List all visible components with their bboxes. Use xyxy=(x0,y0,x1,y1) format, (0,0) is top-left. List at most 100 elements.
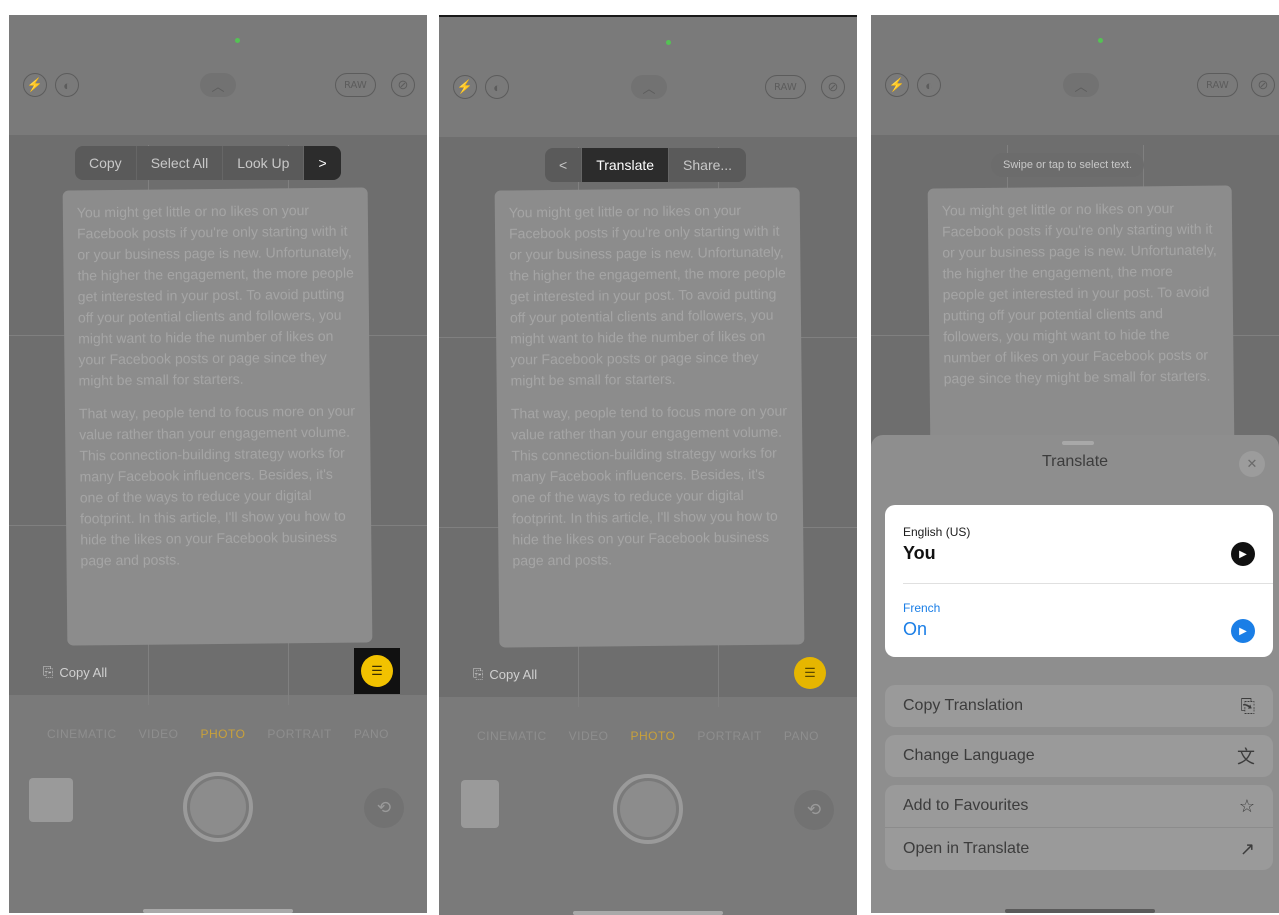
flash-icon[interactable]: ⚡ xyxy=(453,75,477,99)
mode-portrait[interactable]: PORTRAIT xyxy=(697,729,761,743)
look-up-menu-item[interactable]: Look Up xyxy=(223,146,305,180)
detected-text-card[interactable]: You might get little or no likes on your… xyxy=(62,187,373,646)
live-photo-off-icon[interactable]: ⊘ xyxy=(821,75,845,99)
star-icon: ☆ xyxy=(1238,795,1255,816)
close-icon[interactable]: ✕ xyxy=(1239,451,1265,477)
copy-all-label: Copy All xyxy=(489,666,538,682)
translate-actions-bottom: Add to Favourites ☆ Open in Translate ↗ xyxy=(885,785,1273,870)
privacy-indicator xyxy=(1098,38,1103,43)
copy-all-button[interactable]: ⎘ Copy All xyxy=(463,659,547,689)
privacy-indicator xyxy=(235,38,240,43)
raw-toggle[interactable]: RAW xyxy=(335,73,376,97)
add-to-favourites-label: Add to Favourites xyxy=(903,797,1029,814)
copy-all-label: Copy All xyxy=(59,664,108,680)
live-photo-off-icon[interactable]: ⊘ xyxy=(1251,73,1275,97)
camera-screen-copy-menu: ⚡ ◐ ︿ RAW ⊘ You might get little or no l… xyxy=(9,15,427,913)
privacy-indicator xyxy=(666,40,671,45)
copy-icon: ⎘ xyxy=(473,666,484,681)
add-to-favourites-button[interactable]: Add to Favourites ☆ xyxy=(885,785,1273,828)
text-context-menu: < Translate Share... xyxy=(545,148,747,182)
change-language-label: Change Language xyxy=(903,747,1035,764)
copy-translation-button[interactable]: Copy Translation ⎘ xyxy=(885,685,1273,727)
source-language-label: English (US) xyxy=(903,525,971,539)
text-paragraph[interactable]: You might get little or no likes on your… xyxy=(77,200,356,392)
text-context-menu: Copy Select All Look Up > xyxy=(75,146,341,180)
flash-icon[interactable]: ⚡ xyxy=(885,73,909,97)
translate-menu-item[interactable]: Translate xyxy=(582,148,670,182)
copy-all-button[interactable]: ⎘ Copy All xyxy=(33,657,117,687)
translate-sheet: Translate ✕ English (US) You ▶ French On… xyxy=(871,435,1279,913)
change-language-button[interactable]: Change Language 文 xyxy=(885,735,1273,777)
target-language-label: French xyxy=(903,601,941,615)
camera-topbar: ⚡ ◐ ︿ RAW ⊘ xyxy=(439,75,857,105)
mode-cinematic[interactable]: CINEMATIC xyxy=(477,729,547,743)
flip-camera-icon[interactable]: ⟲ xyxy=(794,790,834,830)
text-paragraph[interactable]: You might get little or no likes on your… xyxy=(942,198,1220,390)
detected-text-card[interactable]: You might get little or no likes on your… xyxy=(927,185,1235,449)
flash-icon[interactable]: ⚡ xyxy=(23,73,47,97)
translate-actions-mid: Change Language 文 xyxy=(885,735,1273,777)
more-menu-arrow[interactable]: > xyxy=(304,146,341,180)
translated-text: On xyxy=(903,619,928,639)
external-link-icon: ↗ xyxy=(1239,838,1255,859)
copy-icon: ⎘ xyxy=(43,664,54,679)
camera-screen-translate-sheet: ⚡ ◐ ︿ RAW ⊘ Swipe or tap to select text.… xyxy=(871,15,1279,913)
night-mode-icon[interactable]: ◐ xyxy=(55,73,79,97)
play-translation-icon[interactable]: ▶ xyxy=(1231,619,1255,643)
live-text-button[interactable]: ☰ xyxy=(787,650,833,696)
mode-photo[interactable]: PHOTO xyxy=(200,727,245,741)
home-indicator xyxy=(143,909,293,913)
camera-topbar: ⚡ ◐ ︿ RAW ⊘ xyxy=(871,73,1279,103)
chevron-up-icon[interactable]: ︿ xyxy=(1063,73,1099,97)
shutter-button[interactable] xyxy=(183,772,253,842)
home-indicator xyxy=(573,911,723,915)
shutter-button[interactable] xyxy=(613,774,683,844)
live-text-icon: ☰ xyxy=(361,655,393,687)
raw-toggle[interactable]: RAW xyxy=(1197,73,1238,97)
text-paragraph[interactable]: That way, people tend to focus more on y… xyxy=(511,401,790,572)
night-mode-icon[interactable]: ◐ xyxy=(485,75,509,99)
camera-mode-selector: CINEMATIC VIDEO PHOTO PORTRAIT PANO xyxy=(439,729,857,743)
play-source-icon[interactable]: ▶ xyxy=(1231,542,1255,566)
copy-icon: ⎘ xyxy=(1240,695,1255,716)
text-paragraph[interactable]: That way, people tend to focus more on y… xyxy=(79,401,358,572)
photo-thumbnail[interactable] xyxy=(29,778,73,822)
flip-camera-icon[interactable]: ⟲ xyxy=(364,788,404,828)
translate-language-icon: 文 xyxy=(1237,747,1255,767)
source-text: You xyxy=(903,543,936,563)
select-all-menu-item[interactable]: Select All xyxy=(137,146,224,180)
mode-pano[interactable]: PANO xyxy=(354,727,389,741)
home-indicator xyxy=(1005,909,1155,913)
copy-menu-item[interactable]: Copy xyxy=(75,146,137,180)
selection-hint: Swipe or tap to select text. xyxy=(991,153,1145,177)
copy-translation-label: Copy Translation xyxy=(903,697,1024,714)
open-in-translate-label: Open in Translate xyxy=(903,840,1030,857)
photo-thumbnail[interactable] xyxy=(461,780,499,828)
camera-screen-translate-menu: ⚡ ◐ ︿ RAW ⊘ You might get little or no l… xyxy=(439,15,857,915)
mode-pano[interactable]: PANO xyxy=(784,729,819,743)
detected-text-card[interactable]: You might get little or no likes on your… xyxy=(494,187,805,648)
translation-card: English (US) You ▶ French On ▶ xyxy=(885,505,1273,657)
mode-photo[interactable]: PHOTO xyxy=(630,729,675,743)
share-menu-item[interactable]: Share... xyxy=(669,148,746,182)
live-photo-off-icon[interactable]: ⊘ xyxy=(391,73,415,97)
camera-topbar: ⚡ ◐ ︿ RAW ⊘ xyxy=(9,73,427,103)
raw-toggle[interactable]: RAW xyxy=(765,75,806,99)
camera-mode-selector: CINEMATIC VIDEO PHOTO PORTRAIT PANO xyxy=(9,727,427,741)
text-paragraph[interactable]: You might get little or no likes on your… xyxy=(509,200,788,392)
back-menu-arrow[interactable]: < xyxy=(545,148,583,182)
chevron-up-icon[interactable]: ︿ xyxy=(200,73,236,97)
night-mode-icon[interactable]: ◐ xyxy=(917,73,941,97)
chevron-up-icon[interactable]: ︿ xyxy=(631,75,667,99)
live-text-button[interactable]: ☰ xyxy=(354,648,400,694)
translate-actions-top: Copy Translation ⎘ xyxy=(885,685,1273,727)
mode-cinematic[interactable]: CINEMATIC xyxy=(47,727,117,741)
sheet-title: Translate xyxy=(1041,453,1109,470)
sheet-grabber[interactable] xyxy=(1062,441,1094,445)
divider xyxy=(903,583,1273,584)
mode-video[interactable]: VIDEO xyxy=(139,727,179,741)
mode-portrait[interactable]: PORTRAIT xyxy=(267,727,331,741)
live-text-icon: ☰ xyxy=(794,657,826,689)
open-in-translate-button[interactable]: Open in Translate ↗ xyxy=(885,828,1273,870)
mode-video[interactable]: VIDEO xyxy=(569,729,609,743)
